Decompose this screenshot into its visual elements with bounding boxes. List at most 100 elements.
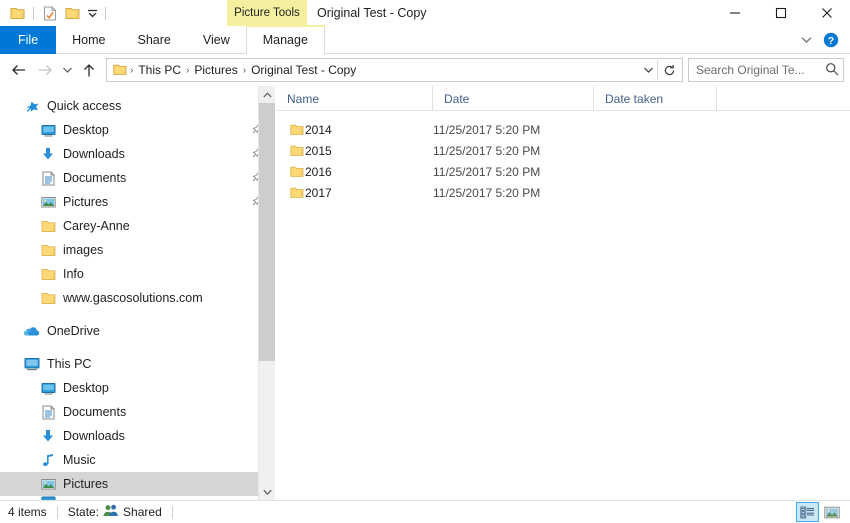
scrollbar-track[interactable] xyxy=(259,103,275,483)
sidebar-item-this-pc[interactable]: This PC xyxy=(0,352,275,376)
sidebar-item-gascosolutions[interactable]: www.gascosolutions.com xyxy=(0,286,275,310)
table-row[interactable]: 2017 11/25/2017 5:20 PM xyxy=(276,182,850,203)
title-bar: Picture Tools Original Test - Copy xyxy=(0,0,850,26)
customize-quick-access-toolbar-button[interactable] xyxy=(85,3,100,23)
search-placeholder: Search Original Te... xyxy=(696,63,805,77)
sidebar-item-label: OneDrive xyxy=(47,324,100,338)
folder-icon[interactable] xyxy=(62,3,83,23)
table-row[interactable]: 2016 11/25/2017 5:20 PM xyxy=(276,161,850,182)
forward-button[interactable] xyxy=(32,57,58,83)
sidebar-item-label: This PC xyxy=(47,357,92,371)
folder-icon[interactable] xyxy=(7,3,28,23)
column-header-name[interactable]: Name xyxy=(276,86,433,111)
sidebar-item-downloads[interactable]: Downloads xyxy=(0,142,275,166)
scroll-down-button[interactable] xyxy=(259,483,275,500)
column-header-date[interactable]: Date xyxy=(433,86,594,111)
sidebar-item-partial[interactable] xyxy=(0,496,275,500)
sidebar-item-label: Pictures xyxy=(63,477,109,491)
sidebar-item-label: Documents xyxy=(63,171,127,185)
search-input[interactable]: Search Original Te... xyxy=(688,58,844,82)
desktop-icon xyxy=(38,124,58,137)
navigation-pane-scrollbar[interactable] xyxy=(258,86,275,500)
status-bar: 4 items State: Shared xyxy=(0,500,850,523)
up-button[interactable] xyxy=(76,57,102,83)
scroll-up-button[interactable] xyxy=(259,86,275,103)
sidebar-item-pictures[interactable]: Pictures xyxy=(0,190,275,214)
sidebar-item-thispc-pictures[interactable]: Pictures xyxy=(0,472,275,496)
sidebar-item-thispc-music[interactable]: Music xyxy=(0,448,275,472)
pictures-icon xyxy=(38,478,58,491)
table-row[interactable]: 2014 11/25/2017 5:20 PM xyxy=(276,119,850,140)
folder-icon xyxy=(38,220,58,233)
documents-icon xyxy=(38,171,58,186)
tab-manage[interactable]: Manage xyxy=(245,25,326,54)
column-header-date-taken[interactable]: Date taken xyxy=(594,86,717,111)
file-date-cell: 11/25/2017 5:20 PM xyxy=(433,143,541,158)
breadcrumb[interactable]: › This PC › Pictures › Original Test - C… xyxy=(106,58,683,82)
back-button[interactable] xyxy=(6,57,32,83)
file-date-cell: 11/25/2017 5:20 PM xyxy=(433,122,541,137)
folder-icon xyxy=(276,166,305,178)
view-switcher xyxy=(796,502,850,522)
search-icon[interactable] xyxy=(825,62,839,79)
window-controls xyxy=(712,0,850,26)
file-name-cell: 2016 xyxy=(305,164,332,179)
sidebar-item-label: www.gascosolutions.com xyxy=(63,291,203,305)
music-note-icon xyxy=(38,453,58,467)
chevron-down-icon[interactable] xyxy=(796,27,816,53)
breadcrumb-item-this-pc[interactable]: This PC xyxy=(134,60,185,80)
sidebar-item-images[interactable]: images xyxy=(0,238,275,262)
tab-file[interactable]: File xyxy=(0,26,57,54)
tab-view[interactable]: View xyxy=(187,26,246,54)
file-name-cell: 2014 xyxy=(305,122,332,137)
file-date-cell: 11/25/2017 5:20 PM xyxy=(433,164,541,179)
maximize-button[interactable] xyxy=(758,0,804,26)
refresh-icon[interactable] xyxy=(658,64,680,77)
column-header-row: Name Date Date taken xyxy=(276,86,850,111)
sidebar-item-desktop[interactable]: Desktop xyxy=(0,118,275,142)
scrollbar-thumb[interactable] xyxy=(259,103,275,362)
checked-document-icon[interactable] xyxy=(39,3,60,23)
column-header-empty[interactable] xyxy=(717,86,850,111)
svg-text:?: ? xyxy=(828,34,834,46)
status-divider xyxy=(171,505,173,519)
sidebar-item-carey-anne[interactable]: Carey-Anne xyxy=(0,214,275,238)
shared-people-icon xyxy=(103,504,119,520)
file-date-cell: 11/25/2017 5:20 PM xyxy=(433,185,541,200)
explorer-body: Quick access Desktop Downloads Documents… xyxy=(0,86,850,500)
downloads-icon xyxy=(38,429,58,443)
breadcrumb-item-pictures[interactable]: Pictures xyxy=(190,60,241,80)
tab-share[interactable]: Share xyxy=(122,26,187,54)
item-count-label: 4 items xyxy=(8,505,47,519)
sidebar-item-label: Carey-Anne xyxy=(63,219,130,233)
sidebar-item-documents[interactable]: Documents xyxy=(0,166,275,190)
close-button[interactable] xyxy=(804,0,850,26)
file-name-cell: 2015 xyxy=(305,143,332,158)
status-badge: State: Shared xyxy=(68,504,162,520)
details-view-button[interactable] xyxy=(796,502,819,522)
ribbon-right-controls: ? xyxy=(796,26,850,53)
sidebar-item-quick-access[interactable]: Quick access xyxy=(0,94,275,118)
folder-icon xyxy=(276,145,305,157)
sidebar-item-thispc-documents[interactable]: Documents xyxy=(0,400,275,424)
breadcrumb-item-current[interactable]: Original Test - Copy xyxy=(247,60,360,80)
large-icons-view-button[interactable] xyxy=(820,502,843,522)
minimize-button[interactable] xyxy=(712,0,758,26)
sidebar-item-label: Info xyxy=(63,267,84,281)
sidebar-item-label: Downloads xyxy=(63,429,125,443)
sidebar-item-thispc-downloads[interactable]: Downloads xyxy=(0,424,275,448)
table-row[interactable]: 2015 11/25/2017 5:20 PM xyxy=(276,140,850,161)
sidebar-item-thispc-desktop[interactable]: Desktop xyxy=(0,376,275,400)
sidebar-item-onedrive[interactable]: OneDrive xyxy=(0,319,275,343)
quick-access-toolbar xyxy=(0,0,109,26)
onedrive-cloud-icon xyxy=(22,325,42,337)
tab-home[interactable]: Home xyxy=(56,26,121,54)
sidebar-item-info[interactable]: Info xyxy=(0,262,275,286)
folder-icon xyxy=(111,64,129,76)
status-divider xyxy=(56,505,58,519)
chevron-down-icon[interactable] xyxy=(639,66,657,74)
help-icon[interactable]: ? xyxy=(820,27,842,53)
recent-locations-button[interactable] xyxy=(58,57,76,83)
